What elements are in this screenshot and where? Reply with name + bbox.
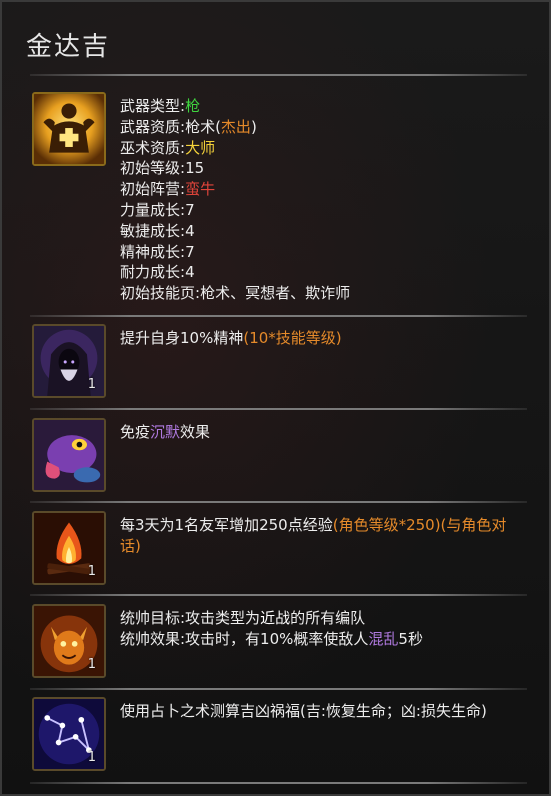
stat-sorcery-aptitude: 巫术资质:大师 [120, 138, 216, 157]
stat-strength-growth: 力量成长:7 [120, 200, 195, 219]
title-divider [30, 74, 527, 76]
section-divider [30, 315, 527, 317]
hero-stats: 武器类型:枪 武器资质:枪术(杰出) 巫术资质:大师 初始等级:15 初始阵营:… [120, 96, 350, 304]
stat-spirit-growth: 精神成长:7 [120, 242, 195, 261]
skill-desc-5: 使用占卜之术测算吉凶祸福(吉:恢复生命；凶:损失生命) [120, 702, 487, 720]
section-divider [30, 594, 527, 596]
skill-icon-2[interactable] [32, 418, 106, 492]
stat-initial-skill-pages: 初始技能页:枪术、冥想者、欺诈师 [120, 284, 351, 303]
stat-agility-growth: 敏捷成长:4 [120, 221, 195, 240]
skill-desc-2: 免疫沉默效果 [120, 423, 211, 441]
skill-icon-5[interactable]: 1 [32, 697, 106, 771]
section-divider [30, 688, 527, 690]
skill-icon-3[interactable]: 1 [32, 511, 106, 585]
stat-endurance-growth: 耐力成长:4 [120, 263, 195, 282]
stat-initial-level: 初始等级:15 [120, 159, 205, 178]
section-divider [30, 501, 527, 503]
stat-weapon-type: 武器类型:枪 [120, 97, 201, 115]
hero-info-panel: 金达吉 武器类型:枪 武器资质:枪术(杰出) 巫术资质:大师 初始等级:15 初… [0, 0, 551, 796]
stat-value: 枪 [185, 97, 201, 115]
hero-name: 金达吉 [26, 32, 111, 62]
stat-highlight: 杰出 [220, 117, 251, 136]
skill-level: 1 [87, 657, 96, 672]
bottom-divider [30, 782, 527, 784]
purple-toad-icon [34, 420, 104, 490]
section-divider [30, 408, 527, 410]
skill-icon-4[interactable]: 1 [32, 604, 106, 678]
stat-initial-faction: 初始阵营:蛮牛 [120, 180, 216, 199]
skill-level: 1 [87, 377, 96, 392]
priest-silhouette-icon [34, 94, 104, 164]
skill-desc-3: 每3天为1名友军增加250点经验(角色等级*250)(与角色对话) [120, 516, 507, 555]
skill-level: 1 [87, 564, 96, 579]
skill-icon-1[interactable]: 1 [32, 324, 106, 398]
stat-weapon-aptitude: 武器资质:枪术(杰出) [120, 117, 257, 136]
hero-class-icon[interactable] [32, 92, 106, 166]
skill-level: 1 [87, 750, 96, 765]
skill-desc-4: 统帅目标:攻击类型为近战的所有编队 统帅效果:攻击时，有10%概率使敌人混乱5秒 [120, 609, 423, 648]
skill-desc-1: 提升自身10%精神(10*技能等级) [120, 329, 342, 347]
